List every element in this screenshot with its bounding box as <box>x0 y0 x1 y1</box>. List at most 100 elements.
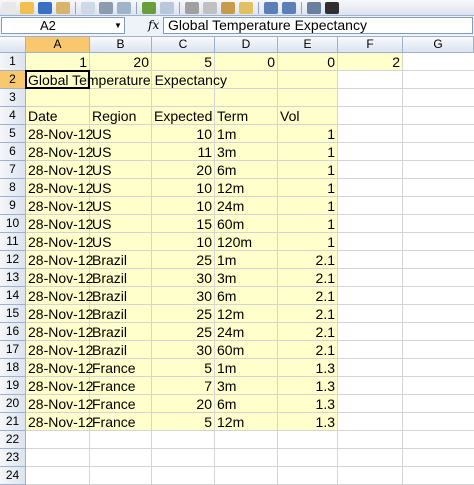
cell-e17[interactable]: 2.1 <box>280 341 335 359</box>
cell-c16[interactable]: 25 <box>154 323 212 341</box>
cell-a12[interactable]: 28-Nov-12 <box>28 251 93 269</box>
cell-d4[interactable]: Term <box>217 107 275 125</box>
cell-a1[interactable]: 1 <box>28 53 87 71</box>
cell-a10[interactable]: 28-Nov-12 <box>28 215 93 233</box>
cell-c5[interactable]: 10 <box>154 125 212 143</box>
cell-e11[interactable]: 1 <box>280 233 335 251</box>
cell-b9[interactable]: US <box>92 197 149 215</box>
cell-b10[interactable]: US <box>92 215 149 233</box>
cell-e8[interactable]: 1 <box>280 179 335 197</box>
row-header-13[interactable]: 13 <box>0 269 26 287</box>
cell-e21[interactable]: 1.3 <box>280 413 335 431</box>
cell-a18[interactable]: 28-Nov-12 <box>28 359 93 377</box>
cell-b17[interactable]: Brazil <box>92 341 149 359</box>
cell-d18[interactable]: 1m <box>217 359 275 377</box>
open-icon[interactable] <box>20 1 34 14</box>
cell-b8[interactable]: US <box>92 179 149 197</box>
cell-a17[interactable]: 28-Nov-12 <box>28 341 93 359</box>
cell-c6[interactable]: 11 <box>154 143 212 161</box>
cell-a9[interactable]: 28-Nov-12 <box>28 197 93 215</box>
cell-c11[interactable]: 10 <box>154 233 212 251</box>
cell-e10[interactable]: 1 <box>280 215 335 233</box>
cell-d10[interactable]: 60m <box>217 215 275 233</box>
row-header-12[interactable]: 12 <box>0 251 26 269</box>
cell-e13[interactable]: 2.1 <box>280 269 335 287</box>
cell-d16[interactable]: 24m <box>217 323 275 341</box>
cell-a4[interactable]: Date <box>28 107 87 125</box>
cell-b1[interactable]: 20 <box>92 53 149 71</box>
cell-d17[interactable]: 60m <box>217 341 275 359</box>
cell-d5[interactable]: 1m <box>217 125 275 143</box>
cell-d9[interactable]: 24m <box>217 197 275 215</box>
formula-input[interactable]: Global Temperature Expectancy <box>163 17 473 34</box>
row-header-22[interactable]: 22 <box>0 431 26 449</box>
cell-b14[interactable]: Brazil <box>92 287 149 305</box>
row-header-4[interactable]: 4 <box>0 107 26 125</box>
copy-icon[interactable] <box>203 1 217 14</box>
research-icon[interactable] <box>160 1 174 14</box>
hyperlink-icon[interactable] <box>307 1 321 14</box>
row-header-3[interactable]: 3 <box>0 89 26 107</box>
row-header-11[interactable]: 11 <box>0 233 26 251</box>
cell-b19[interactable]: France <box>92 377 149 395</box>
name-box[interactable]: A2 <box>1 17 125 34</box>
cell-c4[interactable]: Expected ' <box>154 107 212 125</box>
cell-c14[interactable]: 30 <box>154 287 212 305</box>
print-icon[interactable] <box>99 1 113 14</box>
cell-c9[interactable]: 10 <box>154 197 212 215</box>
cell-b6[interactable]: US <box>92 143 149 161</box>
cell-d12[interactable]: 1m <box>217 251 275 269</box>
cell-a21[interactable]: 28-Nov-12 <box>28 413 93 431</box>
row-header-18[interactable]: 18 <box>0 359 26 377</box>
cell-b18[interactable]: France <box>92 359 149 377</box>
cell-e20[interactable]: 1.3 <box>280 395 335 413</box>
cell-b15[interactable]: Brazil <box>92 305 149 323</box>
cell-c10[interactable]: 15 <box>154 215 212 233</box>
cell-a20[interactable]: 28-Nov-12 <box>28 395 93 413</box>
row-header-23[interactable]: 23 <box>0 449 26 467</box>
cell-c1[interactable]: 5 <box>154 53 212 71</box>
row-header-8[interactable]: 8 <box>0 179 26 197</box>
column-header-b[interactable]: B <box>90 37 152 52</box>
cell-d7[interactable]: 6m <box>217 161 275 179</box>
row-header-10[interactable]: 10 <box>0 215 26 233</box>
cell-b13[interactable]: Brazil <box>92 269 149 287</box>
cell-a15[interactable]: 28-Nov-12 <box>28 305 93 323</box>
cell-c17[interactable]: 30 <box>154 341 212 359</box>
cell-c21[interactable]: 5 <box>154 413 212 431</box>
cell-d15[interactable]: 12m <box>217 305 275 323</box>
cell-c19[interactable]: 7 <box>154 377 212 395</box>
cell-d1[interactable]: 0 <box>217 53 275 71</box>
row-header-2[interactable]: 2 <box>0 71 26 89</box>
cell-d8[interactable]: 12m <box>217 179 275 197</box>
cell-d11[interactable]: 120m <box>217 233 275 251</box>
cell-d19[interactable]: 3m <box>217 377 275 395</box>
cell-d6[interactable]: 3m <box>217 143 275 161</box>
cell-e18[interactable]: 1.3 <box>280 359 335 377</box>
cell-c20[interactable]: 20 <box>154 395 212 413</box>
undo-icon[interactable] <box>264 1 278 14</box>
row-header-14[interactable]: 14 <box>0 287 26 305</box>
cell-a5[interactable]: 28-Nov-12 <box>28 125 93 143</box>
cell-e12[interactable]: 2.1 <box>280 251 335 269</box>
name-box-dropdown-icon[interactable]: ▼ <box>113 19 123 32</box>
cell-b16[interactable]: Brazil <box>92 323 149 341</box>
cell-a16[interactable]: 28-Nov-12 <box>28 323 93 341</box>
row-header-19[interactable]: 19 <box>0 377 26 395</box>
row-header-9[interactable]: 9 <box>0 197 26 215</box>
column-header-c[interactable]: C <box>152 37 215 52</box>
cell-e7[interactable]: 1 <box>280 161 335 179</box>
cell-b5[interactable]: US <box>92 125 149 143</box>
permission-icon[interactable] <box>56 1 70 14</box>
cell-e14[interactable]: 2.1 <box>280 287 335 305</box>
cell-c15[interactable]: 25 <box>154 305 212 323</box>
cell-a8[interactable]: 28-Nov-12 <box>28 179 93 197</box>
cell-e6[interactable]: 1 <box>280 143 335 161</box>
cell-d21[interactable]: 12m <box>217 413 275 431</box>
cell-a11[interactable]: 28-Nov-12 <box>28 233 93 251</box>
new-icon[interactable] <box>2 1 16 14</box>
cut-icon[interactable] <box>185 1 199 14</box>
cell-b7[interactable]: US <box>92 161 149 179</box>
cell-a13[interactable]: 28-Nov-12 <box>28 269 93 287</box>
paste-icon[interactable] <box>221 1 235 14</box>
